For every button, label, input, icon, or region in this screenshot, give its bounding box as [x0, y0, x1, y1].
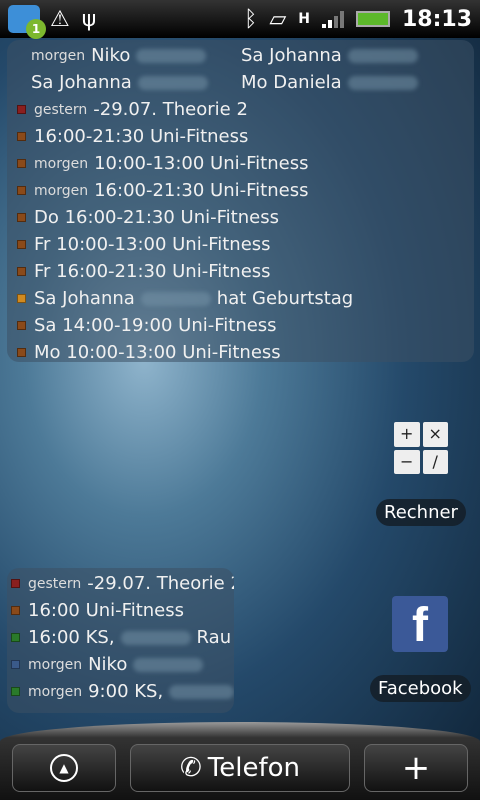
app-drawer-button[interactable]: ▲	[12, 744, 116, 792]
calc-key: −	[394, 449, 420, 474]
calendar-color-marker	[17, 132, 26, 141]
calendar-color-marker	[17, 213, 26, 222]
facebook-label[interactable]: Facebook	[370, 675, 471, 702]
bluetooth-icon: ᛒ	[244, 6, 258, 32]
agenda-event[interactable]: 16:00-21:30 Uni-Fitness	[17, 123, 474, 150]
birthday-name: Sa Johanna	[31, 72, 132, 93]
calendar-color-marker	[11, 633, 20, 642]
calendar-color-marker	[17, 105, 26, 114]
arrow-up-circle-icon: ▲	[50, 754, 78, 782]
phone-icon: ✆	[179, 753, 202, 783]
dock: ▲ ✆ Telefon +	[0, 722, 480, 800]
agenda-widget-small[interactable]: gestern -29.07. Theorie 2 16:00 Uni-Fitnes…	[7, 568, 234, 713]
calendar-color-marker	[17, 267, 26, 276]
calc-key: ×	[422, 422, 448, 447]
notification-badge: 1	[26, 19, 46, 39]
calculator-label[interactable]: Rechner	[376, 499, 466, 526]
calc-key: /	[422, 449, 448, 474]
agenda-header-row: morgen Niko Sa Johanna	[17, 42, 474, 69]
add-button[interactable]: +	[364, 744, 468, 792]
agenda-event[interactable]: morgen 16:00-21:30 Uni-Fitness	[17, 177, 474, 204]
event-text: Sa 14:00-19:00 Uni-Fitness	[34, 315, 277, 336]
agenda-event[interactable]: gestern -29.07. Theorie 2	[17, 96, 474, 123]
date-prefix: morgen	[28, 656, 83, 673]
event-text: -29.07. Theorie 2	[87, 573, 234, 594]
clock: 18:13	[401, 6, 472, 32]
agenda-event[interactable]: morgen Niko	[11, 651, 234, 678]
calendar-color-marker	[11, 687, 20, 696]
phone-label: Telefon	[207, 753, 300, 783]
agenda-event[interactable]: Do 16:00-21:30 Uni-Fitness	[17, 204, 474, 231]
calendar-color-marker	[11, 579, 20, 588]
event-text: 16:00-21:30 Uni-Fitness	[94, 180, 309, 201]
event-text: 10:00-13:00 Uni-Fitness	[94, 153, 309, 174]
event-text: Mo 10:00-13:00 Uni-Fitness	[34, 342, 281, 363]
date-prefix: morgen	[34, 155, 89, 172]
calendar-color-marker	[17, 294, 26, 303]
date-prefix: morgen	[28, 683, 83, 700]
messages-notification-icon[interactable]: 1	[8, 5, 46, 39]
event-text: Fr 16:00-21:30 Uni-Fitness	[34, 261, 271, 282]
birthday-name: Sa Johanna	[241, 45, 342, 66]
network-type: H	[298, 11, 310, 27]
agenda-event[interactable]: Sa Johanna hat Geburtstag	[17, 285, 474, 312]
warning-icon: ⚠	[50, 6, 70, 32]
event-text: 16:00 Uni-Fitness	[28, 600, 185, 621]
event-text: -29.07. Theorie 2	[93, 99, 248, 120]
birthday-name: Mo Daniela	[241, 72, 342, 93]
status-bar: 1 ⚠ ψ ᛒ ▱ H 18:13	[0, 0, 480, 39]
date-prefix: morgen	[31, 47, 86, 64]
usb-icon: ψ	[81, 6, 97, 32]
agenda-event[interactable]: 16:00 KS, Rau	[11, 624, 234, 651]
agenda-header-row: Sa Johanna Mo Daniela	[17, 69, 474, 96]
calendar-color-marker	[17, 186, 26, 195]
event-text: 16:00-21:30 Uni-Fitness	[34, 126, 249, 147]
event-text: Niko	[88, 654, 128, 675]
agenda-event[interactable]: gestern -29.07. Theorie 2	[11, 570, 234, 597]
date-prefix: gestern	[34, 101, 88, 118]
event-text-suffix: hat Geburtstag	[216, 288, 354, 309]
battery-charging-icon	[355, 11, 390, 27]
agenda-event[interactable]: Sa 14:00-19:00 Uni-Fitness	[17, 312, 474, 339]
date-prefix: morgen	[34, 182, 89, 199]
event-text: Sa Johanna	[34, 288, 135, 309]
agenda-event[interactable]: 16:00 Uni-Fitness	[11, 597, 234, 624]
agenda-event[interactable]: morgen 10:00-13:00 Uni-Fitness	[17, 150, 474, 177]
vibrate-icon: ▱	[269, 6, 287, 32]
calendar-color-marker	[11, 606, 20, 615]
event-text-suffix: Rau	[196, 627, 232, 648]
calendar-color-marker	[17, 321, 26, 330]
event-text: 16:00 KS,	[28, 627, 115, 648]
calculator-icon[interactable]: + × − /	[394, 422, 448, 474]
signal-icon	[321, 10, 344, 28]
event-text: Fr 10:00-13:00 Uni-Fitness	[34, 234, 271, 255]
phone-button[interactable]: ✆ Telefon	[130, 744, 350, 792]
calendar-color-marker	[11, 660, 20, 669]
agenda-event[interactable]: Fr 16:00-21:30 Uni-Fitness	[17, 258, 474, 285]
calendar-color-marker	[17, 159, 26, 168]
date-prefix: gestern	[28, 575, 82, 592]
event-text: Do 16:00-21:30 Uni-Fitness	[34, 207, 279, 228]
event-text: 9:00 KS,	[88, 681, 164, 702]
agenda-widget-large[interactable]: morgen Niko Sa Johanna Sa Johanna Mo Dani…	[7, 40, 474, 363]
plus-icon: +	[401, 748, 431, 788]
calendar-color-marker	[17, 240, 26, 249]
facebook-icon[interactable]: f	[392, 596, 448, 652]
agenda-event[interactable]: morgen 9:00 KS,	[11, 678, 234, 705]
birthday-name: Niko	[91, 45, 131, 66]
agenda-event[interactable]: Mo 10:00-13:00 Uni-Fitness	[17, 339, 474, 366]
calendar-color-marker	[17, 348, 26, 357]
calc-key: +	[394, 422, 420, 447]
agenda-event[interactable]: Fr 10:00-13:00 Uni-Fitness	[17, 231, 474, 258]
